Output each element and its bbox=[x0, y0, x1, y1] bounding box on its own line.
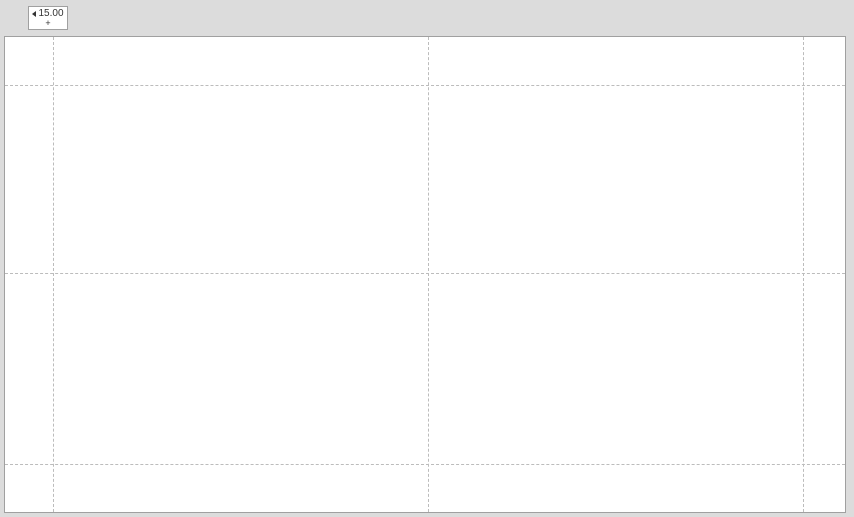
measurement-value: 15.00 bbox=[38, 9, 63, 19]
grid-line-horizontal bbox=[5, 464, 845, 465]
measurement-widget[interactable]: 15.00 + bbox=[28, 6, 68, 30]
grid-line-horizontal bbox=[5, 273, 845, 274]
grid-line-horizontal bbox=[5, 85, 845, 86]
arrow-left-icon bbox=[32, 11, 36, 17]
measurement-extra: + bbox=[45, 19, 50, 28]
drawing-canvas[interactable] bbox=[4, 36, 846, 513]
grid-line-vertical bbox=[803, 37, 804, 512]
grid-line-vertical bbox=[428, 37, 429, 512]
grid-line-vertical bbox=[53, 37, 54, 512]
